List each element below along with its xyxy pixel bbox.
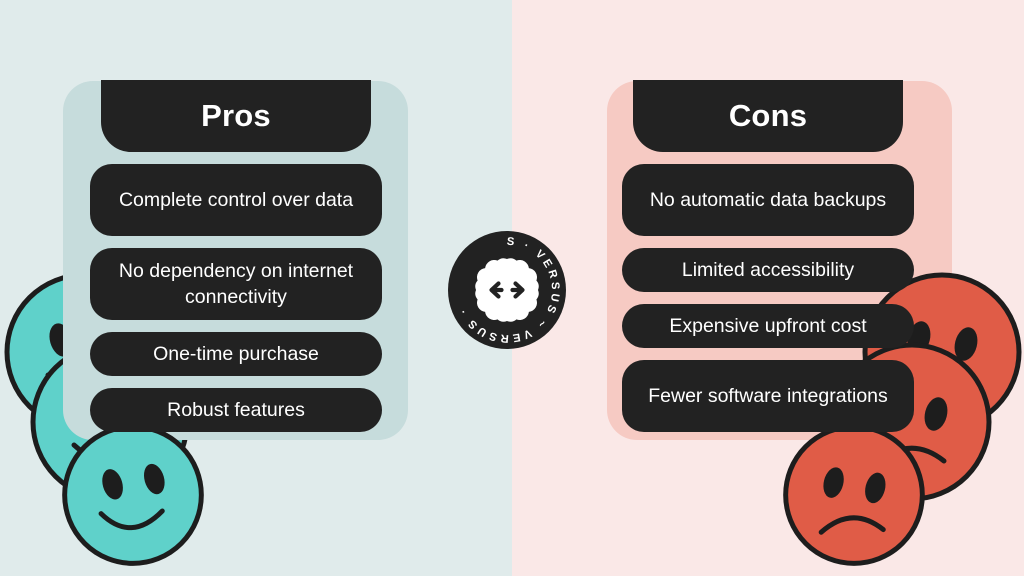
pros-heading: Pros [101,80,371,152]
versus-badge: VERSUS · VERSUS ~ VERSUS · [448,231,566,349]
pros-item[interactable]: No dependency on internet connectivity [90,248,382,320]
pros-item[interactable]: Complete control over data [90,164,382,236]
cons-item[interactable]: Expensive upfront cost [622,304,914,348]
smiley-face-icon [62,424,204,566]
cons-item[interactable]: Limited accessibility [622,248,914,292]
cons-item[interactable]: No automatic data backups [622,164,914,236]
cons-heading: Cons [633,80,903,152]
cons-column: Cons No automatic data backups Limited a… [622,80,914,432]
pros-item[interactable]: Robust features [90,388,382,432]
frowning-face-icon [783,424,925,566]
pros-item[interactable]: One-time purchase [90,332,382,376]
comparison-graphic: Pros Complete control over data No depen… [0,0,1024,576]
pros-column: Pros Complete control over data No depen… [90,80,382,432]
cons-item[interactable]: Fewer software integrations [622,360,914,432]
